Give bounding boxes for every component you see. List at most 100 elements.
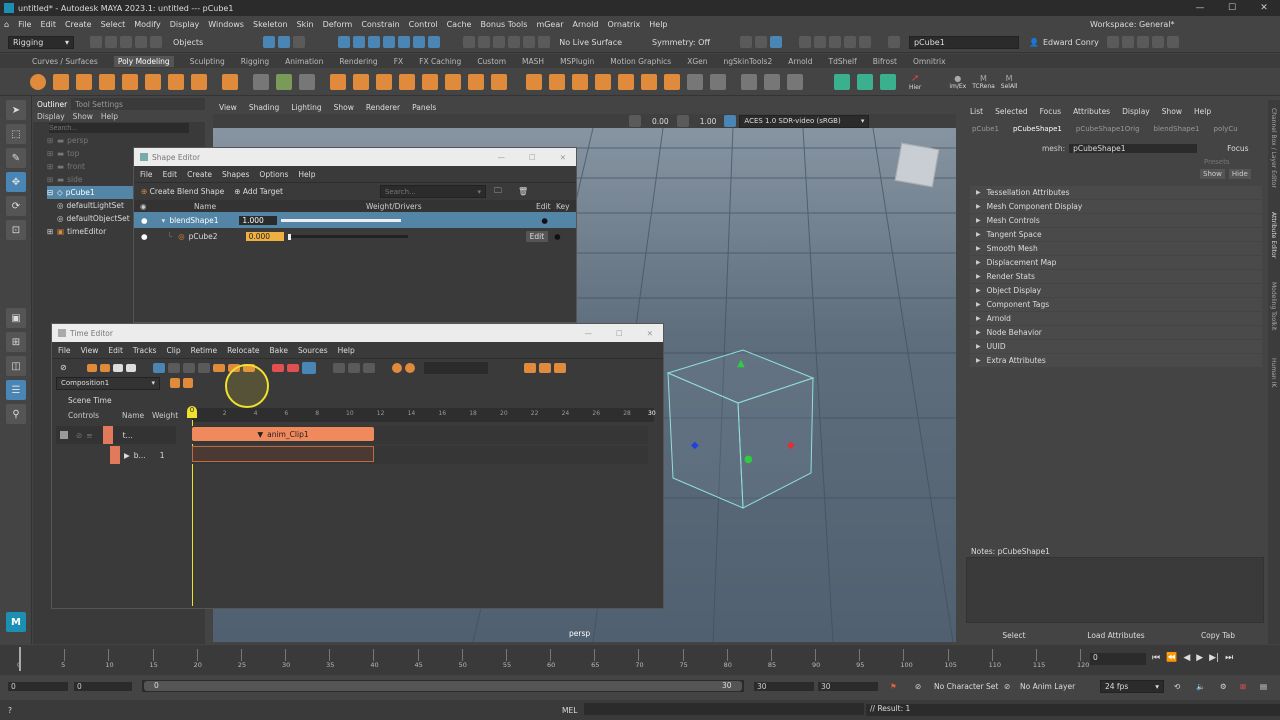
se-menu-shapes[interactable]: Shapes <box>222 170 249 179</box>
start-time-field[interactable]: 0 <box>8 681 68 691</box>
loop-icon[interactable]: ⟲ <box>1174 682 1180 691</box>
shelf-tab[interactable]: Omnitrix <box>913 57 946 66</box>
te-view-2-icon[interactable] <box>538 362 551 373</box>
te-pose-icon[interactable] <box>347 362 360 373</box>
imex-tool[interactable]: ● im/Ex <box>949 74 966 90</box>
layout-icon-4[interactable] <box>1151 36 1164 48</box>
menu-ornatrix[interactable]: Ornatrix <box>607 20 640 29</box>
side-tab-human-ik[interactable]: Human IK <box>1270 358 1277 387</box>
minimize-icon[interactable]: — <box>1184 0 1216 16</box>
shelf-tab-active[interactable]: Poly Modeling <box>113 55 174 67</box>
manip-center-icon[interactable]: ● <box>744 454 753 465</box>
trash-icon[interactable]: 🗑 <box>518 187 528 196</box>
section-uuid[interactable]: ▶ UUID <box>970 340 1262 353</box>
single-perspective-icon[interactable]: ▣ <box>6 308 26 328</box>
menu-edit[interactable]: Edit <box>40 20 56 29</box>
mirror-icon[interactable] <box>422 73 438 90</box>
scale-tool-icon[interactable]: ⊡ <box>6 220 26 240</box>
track-expand-icon[interactable]: ▶ <box>124 451 130 460</box>
te-menu-view[interactable]: View <box>81 346 99 355</box>
te-tool-4-icon[interactable] <box>125 363 136 372</box>
sidebar-icon[interactable]: ▤ <box>1260 682 1267 691</box>
close-icon[interactable]: ✕ <box>647 329 653 338</box>
te-menu-clip[interactable]: Clip <box>166 346 180 355</box>
selall-tool[interactable]: M SelAll <box>1001 74 1018 90</box>
track-color-icon[interactable] <box>102 426 113 444</box>
extrude-icon[interactable] <box>526 73 542 90</box>
wedge-icon[interactable] <box>664 73 680 90</box>
te-tool-3-icon[interactable] <box>112 363 123 372</box>
maximize-icon[interactable]: ☐ <box>616 329 623 338</box>
menu-display[interactable]: Display <box>170 20 200 29</box>
bevel-icon[interactable] <box>549 73 565 90</box>
ae-menu-list[interactable]: List <box>970 107 983 116</box>
section-smooth-mesh[interactable]: ▶ Smooth Mesh <box>970 242 1262 255</box>
step-back-icon[interactable]: ◀ <box>1183 653 1190 663</box>
track-mute-checkbox[interactable] <box>60 431 68 439</box>
te-move-icon[interactable] <box>167 362 180 373</box>
select-button[interactable]: Select <box>964 631 1064 640</box>
anim-clip-sub[interactable] <box>192 446 374 462</box>
character-set-icon[interactable]: ⊘ <box>915 682 921 691</box>
te-trim-icon[interactable] <box>197 362 210 373</box>
poly-cylinder-icon[interactable] <box>76 73 92 90</box>
shelf-tab[interactable]: Animation <box>285 57 323 66</box>
workspace-label[interactable]: Workspace: General* <box>1090 20 1175 29</box>
te-key2-icon[interactable] <box>286 363 299 372</box>
section-displacement-map[interactable]: ▶ Displacement Map <box>970 256 1262 269</box>
objects-label[interactable]: Objects <box>173 38 203 47</box>
te-view-3-icon[interactable] <box>553 362 566 373</box>
te-snap-icon[interactable] <box>301 361 316 374</box>
maximize-icon[interactable]: ☐ <box>1216 0 1248 16</box>
mute-icon[interactable]: ⊘ <box>60 363 67 372</box>
shelf-tab[interactable]: Sculpting <box>190 57 225 66</box>
layout-icon-2[interactable] <box>1121 36 1134 48</box>
se-menu-file[interactable]: File <box>140 170 153 179</box>
poly-disc-icon[interactable] <box>168 73 184 90</box>
menu-skin[interactable]: Skin <box>297 20 314 29</box>
new-scene-icon[interactable] <box>90 36 102 48</box>
expand-icon[interactable]: ▾ <box>162 216 166 225</box>
add-target-button[interactable]: ⊕ Add Target <box>231 185 286 198</box>
se-menu-help[interactable]: Help <box>298 170 315 179</box>
paint-select-icon[interactable]: ✎ <box>6 148 26 168</box>
vp-menu-shading[interactable]: Shading <box>249 103 279 112</box>
section-tessellation[interactable]: ▶ Tessellation Attributes <box>970 186 1262 199</box>
menu-windows[interactable]: Windows <box>208 20 244 29</box>
shelf-tab[interactable]: Rigging <box>241 57 269 66</box>
time-ruler[interactable]: 024681012141618202224262830 <box>192 408 656 422</box>
render-seq-icon[interactable] <box>813 36 826 48</box>
outliner-menu-show[interactable]: Show <box>69 110 97 123</box>
smooth-icon[interactable] <box>376 73 392 90</box>
menu-help[interactable]: Help <box>649 20 667 29</box>
track-solo-icon[interactable]: ≡ <box>86 431 92 440</box>
close-icon[interactable]: ✕ <box>560 153 566 162</box>
track-2-name[interactable]: b... <box>134 451 146 460</box>
select-component-icon[interactable] <box>293 36 306 48</box>
separate-icon[interactable] <box>353 73 369 90</box>
shelf-tab[interactable]: Arnold <box>788 57 812 66</box>
step-back-key-icon[interactable]: ⏪ <box>1166 653 1177 663</box>
te-menu-bake[interactable]: Bake <box>270 346 288 355</box>
four-view-icon[interactable]: ⊞ <box>6 332 26 352</box>
playback-start-field[interactable]: 0 <box>74 681 132 691</box>
home-icon[interactable]: ⌂ <box>4 20 9 29</box>
quad-draw-icon[interactable] <box>787 73 803 90</box>
target-weight-field[interactable]: 0.000 <box>245 231 284 241</box>
layout-icon-5[interactable] <box>1166 36 1179 48</box>
maximize-icon[interactable]: ☐ <box>529 153 536 162</box>
scene-time-label[interactable]: Scene Time <box>68 396 112 405</box>
move-pivot-icon[interactable] <box>253 73 269 90</box>
sound-icon[interactable]: 🔈 <box>1196 682 1205 691</box>
te-scale-icon[interactable] <box>182 362 195 373</box>
snap-together-icon[interactable] <box>276 73 292 90</box>
range-handle[interactable] <box>144 681 742 691</box>
close-icon[interactable]: ✕ <box>1248 0 1280 16</box>
history-icon[interactable] <box>463 36 476 48</box>
sculpt-icon[interactable] <box>739 36 752 48</box>
se-menu-create[interactable]: Create <box>187 170 212 179</box>
te-tool-2-icon[interactable] <box>99 363 110 372</box>
shelf-tab[interactable]: TdShelf <box>829 57 857 66</box>
show-button[interactable]: Show <box>1200 169 1225 179</box>
minimize-icon[interactable]: — <box>497 153 505 162</box>
